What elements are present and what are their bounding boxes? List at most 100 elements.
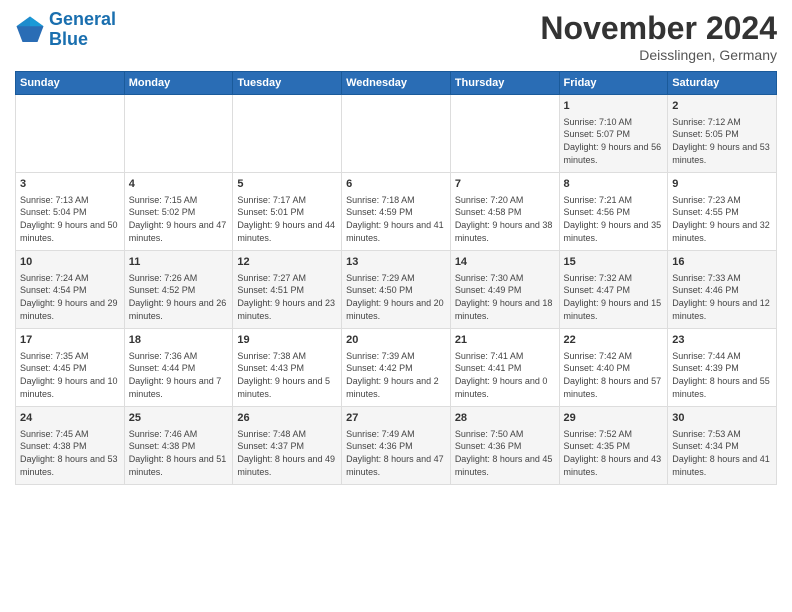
day-number: 11 bbox=[129, 255, 229, 270]
logo-icon bbox=[15, 15, 45, 45]
day-cell: 3 Sunrise: 7:13 AMSunset: 5:04 PMDaylight… bbox=[16, 173, 125, 251]
day-number: 9 bbox=[672, 177, 772, 192]
calendar-table: SundayMondayTuesdayWednesdayThursdayFrid… bbox=[15, 71, 777, 485]
day-info: Sunrise: 7:32 AMSunset: 4:47 PMDaylight:… bbox=[564, 272, 664, 322]
day-number: 2 bbox=[672, 99, 772, 114]
week-row-2: 3 Sunrise: 7:13 AMSunset: 5:04 PMDaylight… bbox=[16, 173, 777, 251]
day-number: 15 bbox=[564, 255, 664, 270]
day-cell: 12Sunrise: 7:27 AMSunset: 4:51 PMDayligh… bbox=[233, 251, 342, 329]
day-cell: 1 Sunrise: 7:10 AMSunset: 5:07 PMDaylight… bbox=[559, 95, 668, 173]
day-info: Sunrise: 7:46 AMSunset: 4:38 PMDaylight:… bbox=[129, 428, 229, 478]
week-row-3: 10 Sunrise: 7:24 AMSunset: 4:54 PMDayligh… bbox=[16, 251, 777, 329]
day-number: 13 bbox=[346, 255, 446, 270]
day-cell: 2Sunrise: 7:12 AMSunset: 5:05 PMDaylight… bbox=[668, 95, 777, 173]
day-number: 6 bbox=[346, 177, 446, 192]
day-cell: 8Sunrise: 7:21 AMSunset: 4:56 PMDaylight… bbox=[559, 173, 668, 251]
day-cell: 5Sunrise: 7:17 AMSunset: 5:01 PMDaylight… bbox=[233, 173, 342, 251]
day-number: 29 bbox=[564, 411, 664, 426]
day-info: Sunrise: 7:45 AMSunset: 4:38 PMDaylight:… bbox=[20, 428, 120, 478]
day-cell: 19Sunrise: 7:38 AMSunset: 4:43 PMDayligh… bbox=[233, 329, 342, 407]
day-cell bbox=[16, 95, 125, 173]
day-cell: 24 Sunrise: 7:45 AMSunset: 4:38 PMDayligh… bbox=[16, 407, 125, 485]
day-cell: 30 Sunrise: 7:53 AMSunset: 4:34 PMDayligh… bbox=[668, 407, 777, 485]
day-info: Sunrise: 7:49 AMSunset: 4:36 PMDaylight:… bbox=[346, 428, 446, 478]
day-number: 20 bbox=[346, 333, 446, 348]
day-cell bbox=[450, 95, 559, 173]
day-cell: 28Sunrise: 7:50 AMSunset: 4:36 PMDayligh… bbox=[450, 407, 559, 485]
day-number: 7 bbox=[455, 177, 555, 192]
day-info: Sunrise: 7:35 AMSunset: 4:45 PMDaylight:… bbox=[20, 350, 120, 400]
day-info: Sunrise: 7:26 AMSunset: 4:52 PMDaylight:… bbox=[129, 272, 229, 322]
day-cell: 9 Sunrise: 7:23 AMSunset: 4:55 PMDaylight… bbox=[668, 173, 777, 251]
day-number: 25 bbox=[129, 411, 229, 426]
day-info: Sunrise: 7:53 AMSunset: 4:34 PMDaylight:… bbox=[672, 428, 772, 478]
day-info: Sunrise: 7:15 AMSunset: 5:02 PMDaylight:… bbox=[129, 194, 229, 244]
day-info: Sunrise: 7:33 AMSunset: 4:46 PMDaylight:… bbox=[672, 272, 772, 322]
day-number: 30 bbox=[672, 411, 772, 426]
day-number: 4 bbox=[129, 177, 229, 192]
header: General Blue November 2024 Deisslingen, … bbox=[15, 10, 777, 63]
day-info: Sunrise: 7:50 AMSunset: 4:36 PMDaylight:… bbox=[455, 428, 555, 478]
day-info: Sunrise: 7:29 AMSunset: 4:50 PMDaylight:… bbox=[346, 272, 446, 322]
day-info: Sunrise: 7:41 AMSunset: 4:41 PMDaylight:… bbox=[455, 350, 555, 400]
day-cell: 23Sunrise: 7:44 AMSunset: 4:39 PMDayligh… bbox=[668, 329, 777, 407]
day-cell: 22Sunrise: 7:42 AMSunset: 4:40 PMDayligh… bbox=[559, 329, 668, 407]
day-cell: 7 Sunrise: 7:20 AMSunset: 4:58 PMDaylight… bbox=[450, 173, 559, 251]
logo-line2: Blue bbox=[49, 29, 88, 49]
day-info: Sunrise: 7:10 AMSunset: 5:07 PMDaylight:… bbox=[564, 116, 664, 166]
day-cell: 18Sunrise: 7:36 AMSunset: 4:44 PMDayligh… bbox=[124, 329, 233, 407]
logo-text: General Blue bbox=[49, 10, 116, 50]
day-number: 14 bbox=[455, 255, 555, 270]
day-cell: 11 Sunrise: 7:26 AMSunset: 4:52 PMDayligh… bbox=[124, 251, 233, 329]
day-info: Sunrise: 7:20 AMSunset: 4:58 PMDaylight:… bbox=[455, 194, 555, 244]
day-info: Sunrise: 7:18 AMSunset: 4:59 PMDaylight:… bbox=[346, 194, 446, 244]
logo-line1: General bbox=[49, 9, 116, 29]
header-cell-wednesday: Wednesday bbox=[342, 72, 451, 95]
day-number: 1 bbox=[564, 99, 664, 114]
location: Deisslingen, Germany bbox=[540, 47, 777, 63]
day-number: 24 bbox=[20, 411, 120, 426]
month-title: November 2024 bbox=[540, 10, 777, 47]
day-cell: 17 Sunrise: 7:35 AMSunset: 4:45 PMDayligh… bbox=[16, 329, 125, 407]
day-cell: 25 Sunrise: 7:46 AMSunset: 4:38 PMDayligh… bbox=[124, 407, 233, 485]
day-number: 10 bbox=[20, 255, 120, 270]
day-number: 17 bbox=[20, 333, 120, 348]
day-cell: 27 Sunrise: 7:49 AMSunset: 4:36 PMDayligh… bbox=[342, 407, 451, 485]
day-cell: 6 Sunrise: 7:18 AMSunset: 4:59 PMDaylight… bbox=[342, 173, 451, 251]
day-cell: 16 Sunrise: 7:33 AMSunset: 4:46 PMDayligh… bbox=[668, 251, 777, 329]
day-number: 8 bbox=[564, 177, 664, 192]
day-number: 3 bbox=[20, 177, 120, 192]
day-cell: 14 Sunrise: 7:30 AMSunset: 4:49 PMDayligh… bbox=[450, 251, 559, 329]
day-info: Sunrise: 7:38 AMSunset: 4:43 PMDaylight:… bbox=[237, 350, 337, 400]
day-info: Sunrise: 7:27 AMSunset: 4:51 PMDaylight:… bbox=[237, 272, 337, 322]
day-cell: 20 Sunrise: 7:39 AMSunset: 4:42 PMDayligh… bbox=[342, 329, 451, 407]
day-cell: 26Sunrise: 7:48 AMSunset: 4:37 PMDayligh… bbox=[233, 407, 342, 485]
header-cell-sunday: Sunday bbox=[16, 72, 125, 95]
header-cell-saturday: Saturday bbox=[668, 72, 777, 95]
day-info: Sunrise: 7:39 AMSunset: 4:42 PMDaylight:… bbox=[346, 350, 446, 400]
header-row: SundayMondayTuesdayWednesdayThursdayFrid… bbox=[16, 72, 777, 95]
header-cell-thursday: Thursday bbox=[450, 72, 559, 95]
day-info: Sunrise: 7:30 AMSunset: 4:49 PMDaylight:… bbox=[455, 272, 555, 322]
day-number: 21 bbox=[455, 333, 555, 348]
day-number: 27 bbox=[346, 411, 446, 426]
week-row-4: 17 Sunrise: 7:35 AMSunset: 4:45 PMDayligh… bbox=[16, 329, 777, 407]
calendar-body: 1 Sunrise: 7:10 AMSunset: 5:07 PMDaylight… bbox=[16, 95, 777, 485]
day-info: Sunrise: 7:36 AMSunset: 4:44 PMDaylight:… bbox=[129, 350, 229, 400]
day-number: 23 bbox=[672, 333, 772, 348]
day-cell: 29 Sunrise: 7:52 AMSunset: 4:35 PMDayligh… bbox=[559, 407, 668, 485]
day-info: Sunrise: 7:52 AMSunset: 4:35 PMDaylight:… bbox=[564, 428, 664, 478]
week-row-5: 24 Sunrise: 7:45 AMSunset: 4:38 PMDayligh… bbox=[16, 407, 777, 485]
day-info: Sunrise: 7:13 AMSunset: 5:04 PMDaylight:… bbox=[20, 194, 120, 244]
day-info: Sunrise: 7:17 AMSunset: 5:01 PMDaylight:… bbox=[237, 194, 337, 244]
day-cell: 4 Sunrise: 7:15 AMSunset: 5:02 PMDaylight… bbox=[124, 173, 233, 251]
day-info: Sunrise: 7:23 AMSunset: 4:55 PMDaylight:… bbox=[672, 194, 772, 244]
title-block: November 2024 Deisslingen, Germany bbox=[540, 10, 777, 63]
day-cell bbox=[233, 95, 342, 173]
day-number: 22 bbox=[564, 333, 664, 348]
header-cell-friday: Friday bbox=[559, 72, 668, 95]
day-cell: 21 Sunrise: 7:41 AMSunset: 4:41 PMDayligh… bbox=[450, 329, 559, 407]
day-cell: 10 Sunrise: 7:24 AMSunset: 4:54 PMDayligh… bbox=[16, 251, 125, 329]
day-info: Sunrise: 7:24 AMSunset: 4:54 PMDaylight:… bbox=[20, 272, 120, 322]
day-number: 16 bbox=[672, 255, 772, 270]
